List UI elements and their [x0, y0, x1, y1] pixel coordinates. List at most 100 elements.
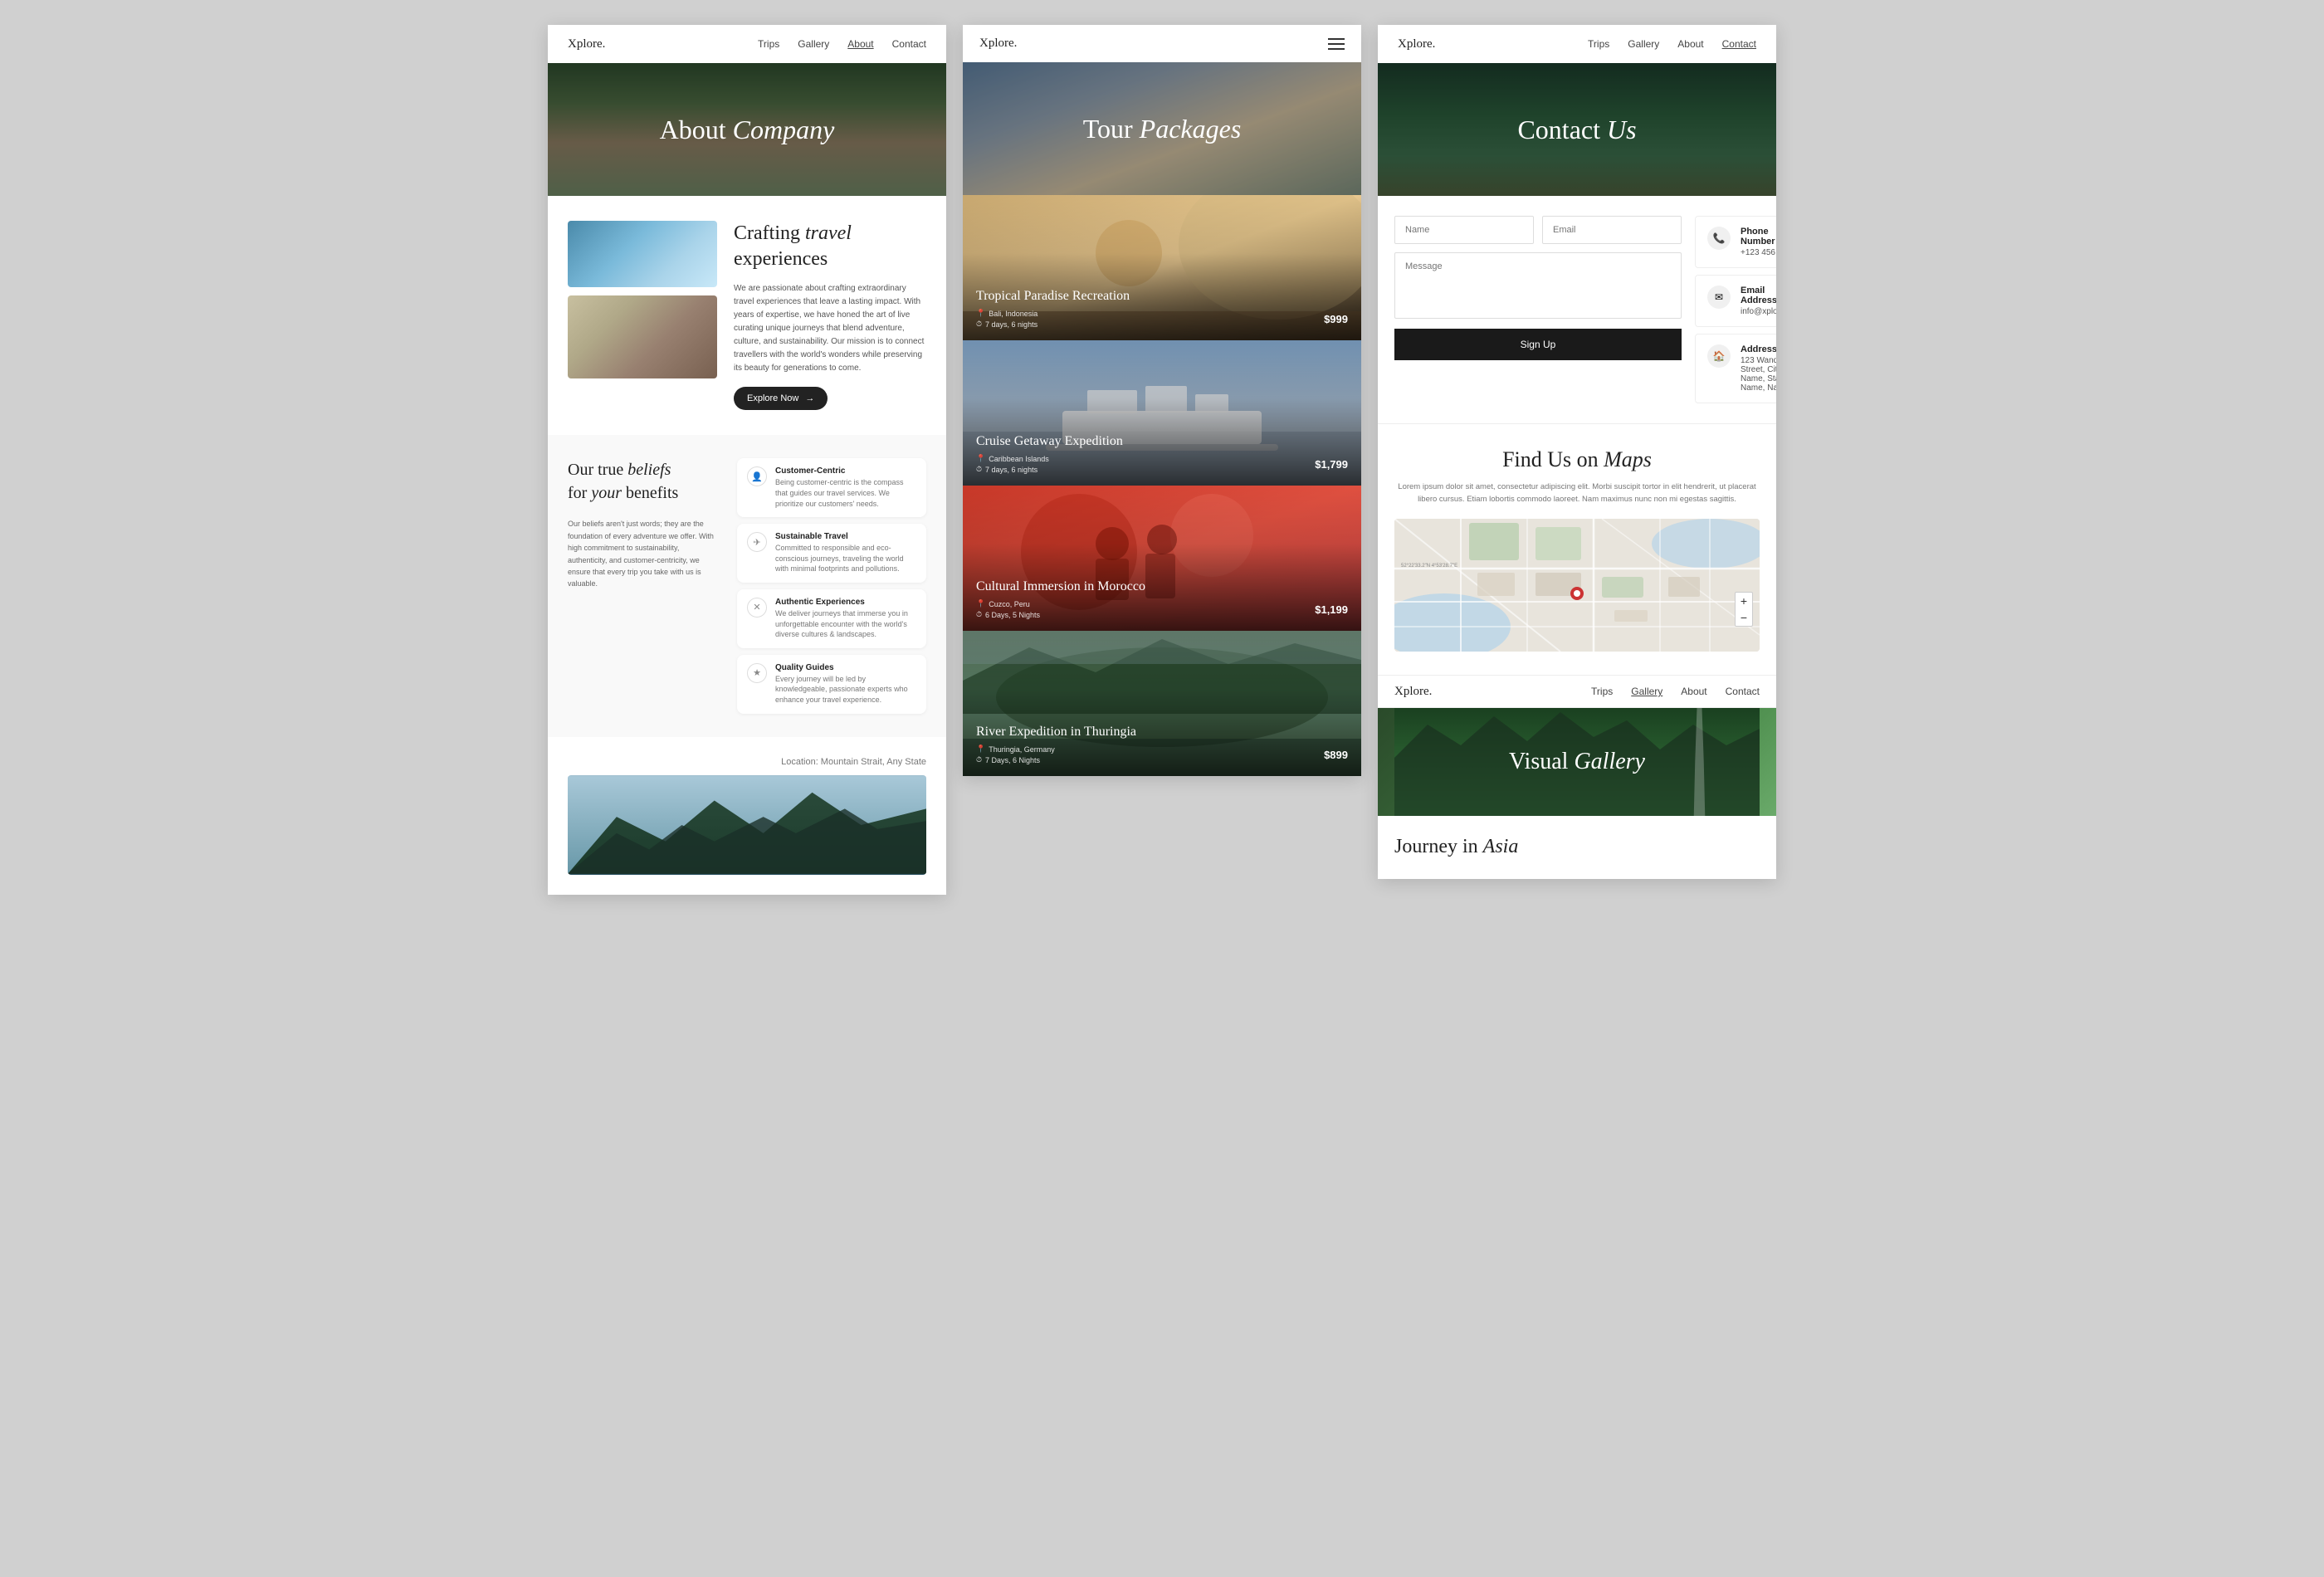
tours-nav-logo: Xplore. [979, 37, 1017, 51]
tour-card-price-3: $899 [1324, 749, 1348, 761]
phone-title: Phone Number [1741, 227, 1776, 247]
tour-card-price-2: $1,199 [1315, 603, 1348, 616]
tour-card-title-3: River Expedition in Thuringia [976, 724, 1348, 740]
journey-title: Journey in Asia [1394, 834, 1760, 860]
gallery-title: Visual Gallery [1509, 749, 1645, 775]
tour-card-info-2: 📍 Cuzco, Peru ⏱ 6 Days, 5 Nights [976, 599, 1040, 619]
about-image-top [568, 221, 717, 287]
email-input[interactable] [1542, 216, 1682, 244]
beliefs-heading: Our true beliefs for your benefits [568, 458, 717, 505]
phone-info: Phone Number +123 456 7890 [1741, 227, 1776, 257]
tour-card-meta-1: 📍 Caribbean Islands ⏱ 7 days, 6 nights $… [976, 454, 1348, 474]
form-name-email-row [1394, 216, 1682, 244]
tour-card-meta-0: 📍 Bali, Indonesia ⏱ 7 days, 6 nights $99… [976, 309, 1348, 329]
tours-mobile-nav: Xplore. [963, 25, 1361, 62]
contact-form-section: Sign Up 📞 Phone Number +123 456 7890 ✉ E… [1378, 196, 1776, 423]
email-info: Email Address info@xplore.com [1741, 286, 1776, 316]
clock-icon-1: ⏱ [976, 465, 982, 474]
location-pin-icon: 📍 [976, 309, 985, 318]
contact-panel: Xplore. Trips Gallery About Contact Cont… [1378, 25, 1776, 879]
tour-card-duration-2: ⏱ 6 Days, 5 Nights [976, 610, 1040, 619]
contact-hero-title: Contact Us [1517, 115, 1636, 145]
hamburger-line-2 [1328, 43, 1345, 45]
sign-up-button[interactable]: Sign Up [1394, 329, 1682, 360]
about-images [568, 221, 717, 378]
zoom-out-button[interactable]: − [1736, 609, 1752, 626]
about-footer-section: Location: Mountain Strait, Any State [548, 737, 946, 895]
contact-nav-contact[interactable]: Contact [1722, 38, 1756, 50]
belief-title-3: Quality Guides [775, 663, 916, 672]
contact-nav-about[interactable]: About [1677, 38, 1703, 50]
explore-now-button[interactable]: Explore Now [734, 387, 828, 410]
address-title: Address [1741, 344, 1776, 354]
tour-card-overlay-3: River Expedition in Thuringia 📍 Thuringi… [963, 631, 1361, 776]
gallery-footer-nav: Xplore. Trips Gallery About Contact [1378, 676, 1776, 708]
gallery-footer-links: Trips Gallery About Contact [1591, 684, 1760, 699]
contact-form-left: Sign Up [1394, 216, 1682, 403]
gallery-hero-section: Visual Gallery [1378, 708, 1776, 816]
belief-title-2: Authentic Experiences [775, 598, 916, 607]
hamburger-menu[interactable] [1328, 38, 1345, 50]
nav-link-trips[interactable]: Trips [758, 38, 779, 50]
nav-link-gallery[interactable]: Gallery [798, 38, 829, 50]
tour-card-meta-3: 📍 Thuringia, Germany ⏱ 7 Days, 6 Nights … [976, 745, 1348, 764]
phone-value: +123 456 7890 [1741, 248, 1776, 257]
tour-card-title-1: Cruise Getaway Expedition [976, 433, 1348, 449]
about-crafting-section: Crafting travel experiences We are passi… [548, 196, 946, 435]
tour-card-0[interactable]: Tropical Paradise Recreation 📍 Bali, Ind… [963, 195, 1361, 340]
zoom-in-button[interactable]: + [1736, 593, 1752, 609]
map-zoom-controls[interactable]: + − [1735, 592, 1753, 627]
crafting-heading: Crafting travel experiences [734, 221, 926, 272]
tours-panel: Xplore. Tour Packages [963, 25, 1361, 776]
tour-card-location-2: 📍 Cuzco, Peru [976, 599, 1040, 608]
gallery-nav-trips[interactable]: Trips [1591, 686, 1613, 697]
about-nav-logo: Xplore. [568, 37, 605, 51]
gallery-nav-contact[interactable]: Contact [1726, 686, 1760, 697]
hamburger-line-1 [1328, 38, 1345, 40]
mountain-image [568, 775, 926, 875]
contact-hero-overlay: Contact Us [1378, 63, 1776, 196]
message-textarea[interactable] [1394, 252, 1682, 319]
customer-centric-icon: 👤 [747, 466, 767, 486]
gallery-nav-about[interactable]: About [1681, 686, 1706, 697]
email-value: info@xplore.com [1741, 307, 1776, 316]
contact-nav-gallery[interactable]: Gallery [1628, 38, 1659, 50]
tour-card-2[interactable]: Cultural Immersion in Morocco 📍 Cuzco, P… [963, 486, 1361, 631]
location-pin-icon-3: 📍 [976, 745, 985, 754]
belief-desc-2: We deliver journeys that immerse you in … [775, 608, 916, 640]
belief-card-2: ✕ Authentic Experiences We deliver journ… [737, 589, 926, 648]
maps-section: Find Us on Maps Lorem ipsum dolor sit am… [1378, 423, 1776, 675]
address-value: 123 Wanderer Street, City Name, State Na… [1741, 356, 1776, 393]
about-nav-links: Trips Gallery About Contact [758, 37, 926, 51]
address-icon: 🏠 [1707, 344, 1731, 368]
gallery-nav-gallery[interactable]: Gallery [1631, 686, 1662, 697]
contact-info-address: 🏠 Address 123 Wanderer Street, City Name… [1695, 334, 1776, 403]
tour-card-overlay-1: Cruise Getaway Expedition 📍 Caribbean Is… [963, 340, 1361, 486]
nav-link-contact[interactable]: Contact [892, 38, 926, 50]
nav-link-about[interactable]: About [847, 38, 873, 50]
belief-card-0: 👤 Customer-Centric Being customer-centri… [737, 458, 926, 517]
contact-nav-trips[interactable]: Trips [1588, 38, 1609, 50]
gallery-footer: Xplore. Trips Gallery About Contact [1378, 675, 1776, 878]
belief-content-0: Customer-Centric Being customer-centric … [775, 466, 916, 509]
about-image-bottom [568, 295, 717, 378]
address-info: Address 123 Wanderer Street, City Name, … [1741, 344, 1776, 393]
beliefs-section: Our true beliefs for your benefits Our b… [548, 435, 946, 736]
gallery-footer-logo: Xplore. [1394, 685, 1432, 699]
map-placeholder[interactable]: 52°22'33.2"N 4°53'28.7"E + − [1394, 519, 1760, 652]
clock-icon-2: ⏱ [976, 610, 982, 619]
tour-list: Tropical Paradise Recreation 📍 Bali, Ind… [963, 195, 1361, 776]
tour-card-meta-2: 📍 Cuzco, Peru ⏱ 6 Days, 5 Nights $1,199 [976, 599, 1348, 619]
beliefs-left: Our true beliefs for your benefits Our b… [568, 458, 717, 713]
about-hero-overlay: About Company [548, 63, 946, 196]
tour-card-info-1: 📍 Caribbean Islands ⏱ 7 days, 6 nights [976, 454, 1049, 474]
location-label: Location: Mountain Strait, Any State [568, 757, 926, 767]
authentic-icon: ✕ [747, 598, 767, 618]
tour-card-1[interactable]: Cruise Getaway Expedition 📍 Caribbean Is… [963, 340, 1361, 486]
tour-card-info-0: 📍 Bali, Indonesia ⏱ 7 days, 6 nights [976, 309, 1038, 329]
name-input[interactable] [1394, 216, 1534, 244]
belief-title-1: Sustainable Travel [775, 532, 916, 541]
about-hero: About Company [548, 63, 946, 196]
tour-card-3[interactable]: River Expedition in Thuringia 📍 Thuringi… [963, 631, 1361, 776]
tour-card-info-3: 📍 Thuringia, Germany ⏱ 7 Days, 6 Nights [976, 745, 1055, 764]
